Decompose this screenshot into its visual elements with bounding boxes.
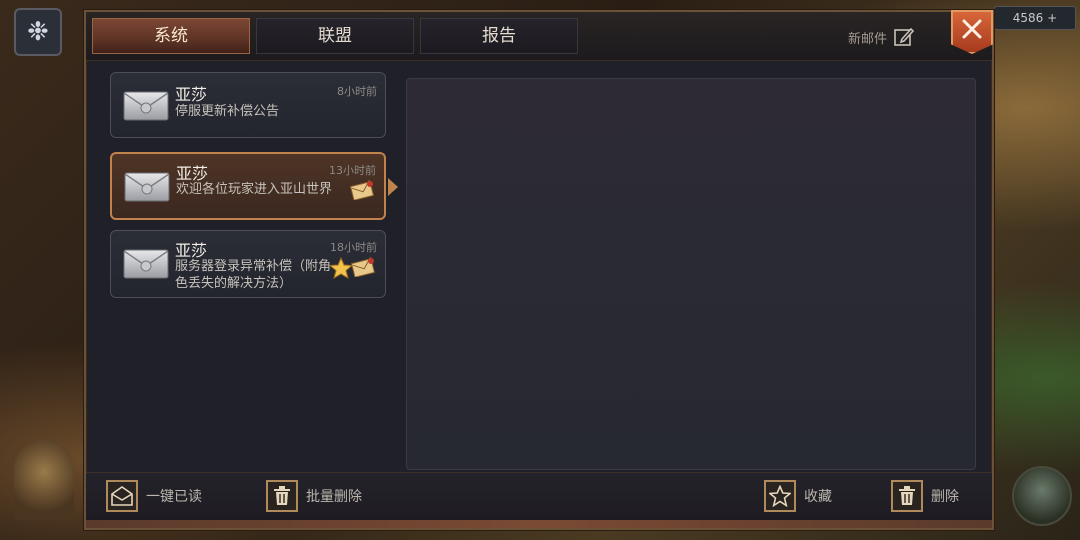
- compose-icon: [894, 27, 915, 46]
- delete-button[interactable]: 删除: [891, 479, 959, 513]
- open-envelope-icon: [106, 480, 138, 512]
- trash-icon: [891, 480, 923, 512]
- envelope-icon: [124, 172, 170, 202]
- read-all-button[interactable]: 一键已读: [106, 479, 202, 513]
- attachment-letter-icon: [351, 256, 376, 277]
- tab-system[interactable]: 系统: [92, 18, 250, 54]
- envelope-icon: [123, 249, 169, 279]
- tab-report[interactable]: 报告: [420, 18, 578, 54]
- new-mail-label: 新邮件: [848, 31, 888, 47]
- settings-gear-icon[interactable]: ❉: [14, 8, 62, 56]
- read-all-label: 一键已读: [146, 489, 202, 505]
- mail-header: 系统 联盟 报告 新邮件: [86, 10, 993, 61]
- new-mail-button[interactable]: 新邮件: [848, 26, 915, 48]
- bg-avatar-button[interactable]: [1012, 466, 1072, 526]
- envelope-icon: [123, 91, 169, 121]
- star-outline-icon: [764, 480, 796, 512]
- close-icon: [962, 19, 982, 39]
- trash-icon: [266, 480, 298, 512]
- close-button[interactable]: [951, 10, 993, 54]
- attachment-letter-icon: [350, 179, 375, 200]
- mail-time: 8小时前: [337, 85, 377, 98]
- mail-subject: 停服更新补偿公告: [175, 104, 280, 119]
- selected-arrow-icon: [388, 178, 398, 196]
- resource-counter: 4586 +: [994, 6, 1076, 30]
- mail-content-area: [406, 78, 976, 470]
- batch-delete-button[interactable]: 批量删除: [266, 479, 362, 513]
- mail-item-selected[interactable]: 亚莎 欢迎各位玩家进入亚山世界 13小时前: [110, 152, 398, 220]
- mail-subject: 欢迎各位玩家进入亚山世界: [176, 182, 333, 197]
- bg-building-decoration: [14, 440, 74, 520]
- tab-alliance[interactable]: 联盟: [256, 18, 414, 54]
- mail-subject: 服务器登录异常补偿（附角色丢失的解决方法）: [175, 259, 332, 291]
- favorite-button[interactable]: 收藏: [764, 479, 832, 513]
- delete-label: 删除: [931, 489, 959, 505]
- batch-delete-label: 批量删除: [306, 489, 362, 505]
- mail-item[interactable]: 亚莎 停服更新补偿公告 8小时前: [110, 72, 386, 138]
- resource-value: 4586: [1012, 11, 1044, 25]
- favorite-label: 收藏: [804, 489, 832, 505]
- panel-bottom-trim: [86, 520, 992, 528]
- mail-sender: 亚莎: [175, 85, 208, 104]
- mail-footer: 一键已读 批量删除 收藏 删除: [86, 472, 992, 521]
- favorite-star-icon: [329, 257, 353, 279]
- mail-list: 亚莎 停服更新补偿公告 8小时前 亚莎 欢迎各位玩家进入亚山世界 13小时前 亚…: [110, 72, 398, 472]
- mail-panel: 系统 联盟 报告 新邮件 亚莎 停服更新补偿公告 8小时前 亚莎 欢迎各位玩家进…: [84, 10, 994, 530]
- mail-time: 13小时前: [329, 164, 376, 177]
- mail-time: 18小时前: [330, 241, 377, 254]
- mail-item[interactable]: 亚莎 服务器登录异常补偿（附角色丢失的解决方法） 18小时前: [110, 230, 386, 298]
